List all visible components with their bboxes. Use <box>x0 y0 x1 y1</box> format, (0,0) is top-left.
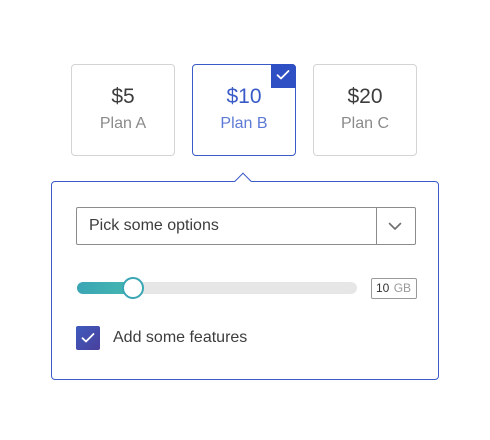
select-divider <box>376 208 377 244</box>
plan-price: $5 <box>111 85 135 108</box>
plan-name: Plan C <box>340 115 390 132</box>
plan-name: Plan B <box>220 115 268 132</box>
plan-card-b[interactable]: $10 Plan B <box>192 64 296 156</box>
storage-slider-handle[interactable] <box>122 277 144 299</box>
plan-price: $10 <box>226 85 262 108</box>
storage-unit: GB <box>393 281 412 295</box>
storage-slider-track[interactable] <box>77 282 357 294</box>
features-checkbox[interactable] <box>76 326 100 350</box>
chevron-down-icon <box>388 222 402 230</box>
storage-value: 10 <box>376 281 390 295</box>
options-select[interactable]: Pick some options <box>76 207 416 245</box>
plan-card-a[interactable]: $5 Plan A <box>71 64 175 156</box>
checkmark-icon <box>81 333 95 343</box>
plan-name: Plan A <box>99 115 147 132</box>
features-checkbox-label[interactable]: Add some features <box>113 329 247 347</box>
selected-badge <box>271 64 296 88</box>
select-value: Pick some options <box>89 217 219 234</box>
plan-price: $20 <box>347 85 383 108</box>
checkmark-icon <box>276 70 290 80</box>
plan-card-c[interactable]: $20 Plan C <box>313 64 417 156</box>
storage-value-field[interactable]: 10 GB <box>371 278 417 299</box>
